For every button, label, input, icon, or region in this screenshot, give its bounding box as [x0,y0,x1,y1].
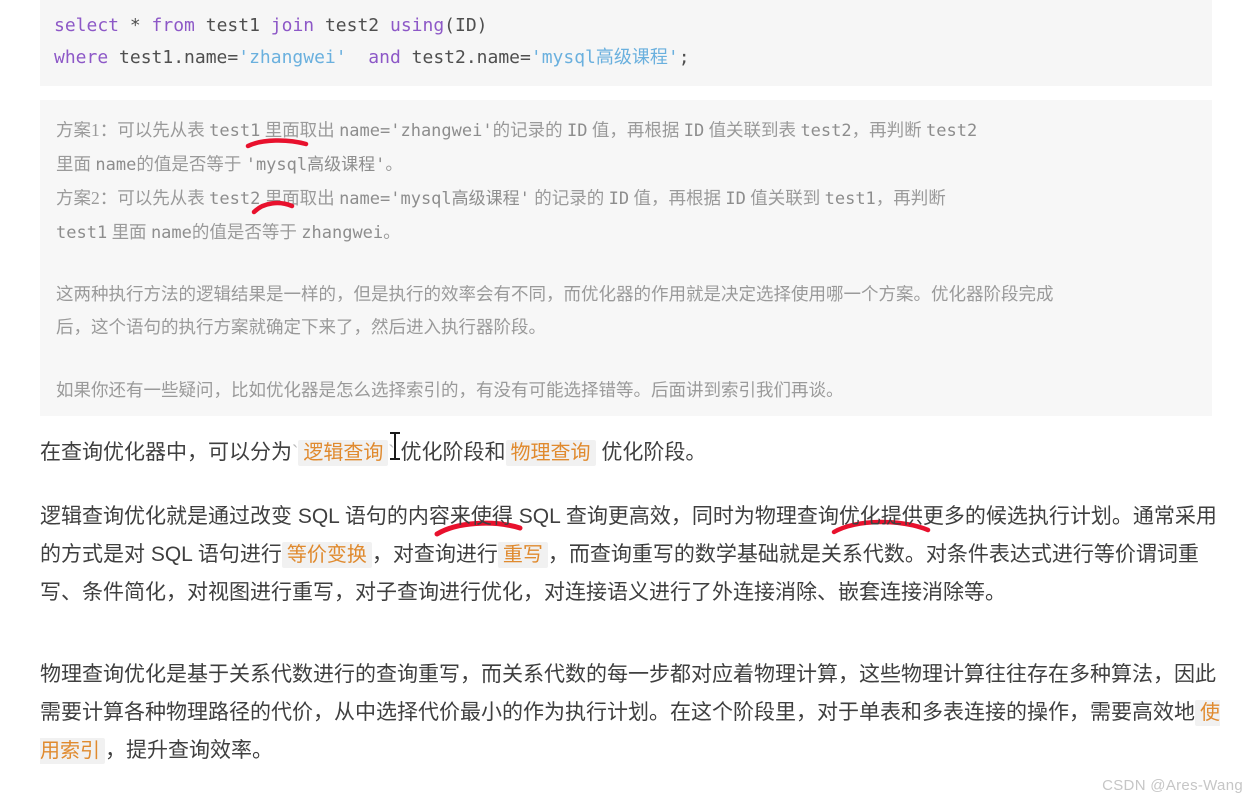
plan1-table-test2-b: test2 [926,121,978,141]
plan2-table-test2: test2 [209,189,261,209]
plan2-cond-name: name='mysql高级课程' [339,189,530,209]
sql-column-test1-name: test1.name= [108,47,239,68]
p2-text-b: ，对查询进行 [371,543,498,566]
plan2-table-test1: test1 [824,189,876,209]
plan1-line2: 里面 name的值是否等于 'mysql高级课程'。 [56,154,403,175]
inline-code-physical-query: 物理查询 [505,440,596,466]
p3-text-a: 物理查询优化是基于关系代数进行的查询重写，而关系代数的每一步都对应着物理计算，这… [40,663,1216,724]
plan2-table-test1-b: test1 [56,223,108,243]
plan1-id-1: ID [566,121,588,141]
plan1-col-name: name [95,155,137,175]
explain-line1: 这两种执行方法的逻辑结果是一样的，但是执行的效率会有不同，而优化器的作用就是决定… [56,284,1054,304]
text-cursor [390,432,400,460]
inline-code-rewrite: 重写 [497,542,548,568]
sql-table-test1: test1 [194,15,271,36]
sql-string-zhangwei: 'zhangwei' [238,47,347,68]
plan1-value-course: 'mysql高级课程' [245,155,386,175]
p1-text-a: 在查询优化器中，可以分为 [40,441,292,464]
sql-column-test2-name: test2.name= [411,47,531,68]
sql-keyword-join: join [270,15,315,36]
inline-code-logical-query: 逻辑查询 [298,440,389,466]
sql-table-test2: test2 [314,15,390,36]
note-line: 如果你还有一些疑问，比如优化器是怎么选择索引的，有没有可能选择错等。后面讲到索引… [56,380,844,400]
sql-keyword-and: and [346,47,412,68]
plan1-id-2: ID [683,121,705,141]
sql-star: * [119,15,152,36]
paragraph-logical-optimization: 逻辑查询优化就是通过改变 SQL 语句的内容来使得 SQL 查询更高效，同时为物… [40,498,1220,612]
p1-text-b: 优化阶段和 [394,441,506,464]
sql-keyword-select: select [54,15,120,36]
plan2-col-name: name [150,223,192,243]
sql-keyword-where: where [54,47,109,68]
quote-spacer-1 [56,250,1200,278]
plan2-id-1: ID [608,189,630,209]
sql-semicolon: ; [678,47,690,68]
inline-code-equivalent-transform: 等价变换 [281,542,372,568]
paragraph-optimizer-phases: 在查询优化器中，可以分为` 逻辑查询 ` 优化阶段和 物理查询 优化阶段。 [40,434,1220,473]
plan1-table-test1: test1 [209,121,261,141]
blockquote-panel: 方案1：可以先从表 test1 里面取出 name='zhangwei'的记录的… [40,100,1212,416]
plan1-line1: 方案1：可以先从表 test1 里面取出 name='zhangwei'的记录的… [56,120,978,141]
sql-keyword-using: using [389,15,445,36]
paragraph-physical-optimization: 物理查询优化是基于关系代数进行的查询重写，而关系代数的每一步都对应着物理计算，这… [40,656,1220,770]
csdn-watermark: CSDN @Ares-Wang [1102,777,1243,794]
explain-line2: 后，这个语句的执行方案就确定下来了，然后进入执行器阶段。 [56,317,546,337]
p1-text-c: 优化阶段。 [595,441,707,464]
sql-keyword-from: from [151,15,195,36]
plan2-id-2: ID [725,189,746,209]
plan2-line2: test1 里面 name的值是否等于 zhangwei。 [56,222,401,243]
sql-using-args: (ID) [444,15,488,36]
plan1-table-test2-a: test2 [800,121,852,141]
plan2-value-zhangwei: zhangwei [301,223,384,243]
sql-string-mysql-course: 'mysql高级课程' [530,47,679,68]
plan2-line1: 方案2：可以先从表 test2 里面取出 name='mysql高级课程' 的记… [56,188,946,209]
quote-spacer-2 [56,344,1200,374]
plan1-cond-name: name='zhangwei' [339,121,493,141]
sql-code-block: select * from test1 join test2 using(ID)… [40,0,1212,86]
p3-text-b: ，提升查询效率。 [105,739,273,762]
